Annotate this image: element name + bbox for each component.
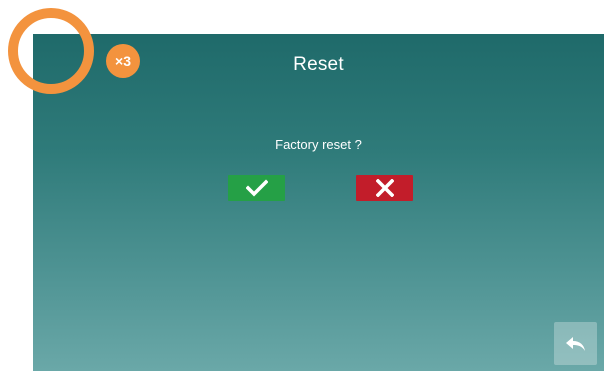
return-arrow-icon: [565, 336, 585, 351]
x-icon: [375, 179, 394, 197]
device-frame: Reset Factory reset ? ×3: [0, 0, 604, 371]
confirm-button[interactable]: [228, 175, 285, 201]
cancel-button[interactable]: [356, 175, 413, 201]
reset-screen: Reset Factory reset ?: [33, 34, 604, 371]
reset-question: Factory reset ?: [275, 137, 362, 152]
check-icon: [245, 179, 268, 197]
tap-indicator-ring: [8, 8, 94, 94]
back-button[interactable]: [554, 322, 597, 365]
tap-count-badge: ×3: [106, 44, 140, 78]
